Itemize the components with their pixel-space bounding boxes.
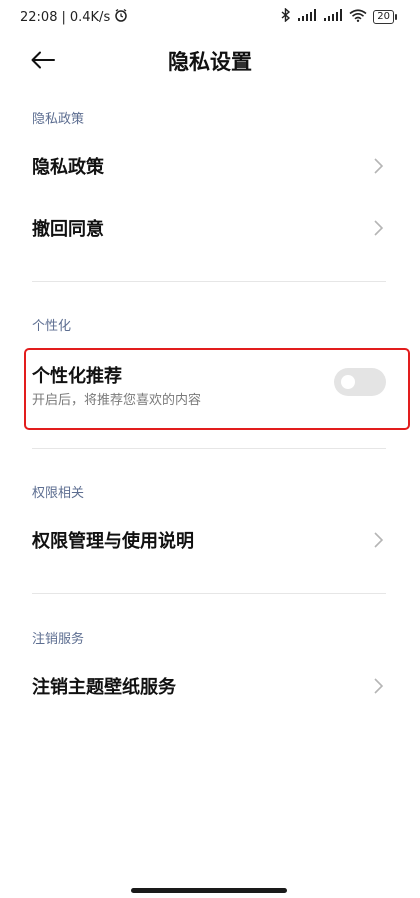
section-title-account: 注销服务 xyxy=(32,632,85,647)
chevron-right-icon xyxy=(374,158,384,174)
section-title-privacy: 隐私政策 xyxy=(32,112,85,127)
network-speed: 0.4K/s xyxy=(69,9,111,25)
section-title-permissions: 权限相关 xyxy=(32,486,85,501)
divider xyxy=(32,281,386,282)
divider xyxy=(32,448,386,449)
status-bar: 22:08 | 0.4K/s 20 xyxy=(0,0,420,36)
privacy-settings-screen: 22:08 | 0.4K/s 20 隐私设置 隐私政策 隐私政策 撤回同意 个性… xyxy=(0,0,420,898)
privacy-policy-label: 隐私政策 xyxy=(32,157,104,178)
withdraw-consent-item[interactable]: 撤回同意 xyxy=(0,197,420,259)
deregister-service-item[interactable]: 注销主题壁纸服务 xyxy=(0,655,420,717)
bluetooth-icon xyxy=(280,7,291,25)
alarm-icon xyxy=(114,8,128,26)
personalized-recommend-toggle[interactable] xyxy=(334,368,386,396)
section-title-personalization: 个性化 xyxy=(32,319,72,334)
withdraw-consent-label: 撤回同意 xyxy=(32,219,104,240)
privacy-policy-item[interactable]: 隐私政策 xyxy=(0,135,420,197)
page-title: 隐私设置 xyxy=(168,50,252,74)
chevron-right-icon xyxy=(374,532,384,548)
signal-icon-1 xyxy=(297,9,317,24)
home-indicator[interactable] xyxy=(131,888,287,893)
status-left: 22:08 | 0.4K/s xyxy=(20,8,128,26)
chevron-right-icon xyxy=(374,220,384,236)
status-right: 20 xyxy=(280,7,397,25)
deregister-service-label: 注销主题壁纸服务 xyxy=(32,677,176,698)
toggle-knob xyxy=(341,375,355,389)
divider xyxy=(32,593,386,594)
battery-icon: 20 xyxy=(373,9,397,24)
permission-management-item[interactable]: 权限管理与使用说明 xyxy=(0,509,420,571)
wifi-icon xyxy=(349,8,367,25)
personalized-recommend-description: 开启后，将推荐您喜欢的内容 xyxy=(32,393,202,408)
personalized-recommend-title: 个性化推荐 xyxy=(32,366,122,387)
status-time: 22:08 xyxy=(20,9,58,25)
permission-management-label: 权限管理与使用说明 xyxy=(32,531,194,552)
chevron-right-icon xyxy=(374,678,384,694)
header: 隐私设置 xyxy=(0,36,420,84)
status-separator: | xyxy=(61,9,66,25)
signal-icon-2 xyxy=(323,9,343,24)
